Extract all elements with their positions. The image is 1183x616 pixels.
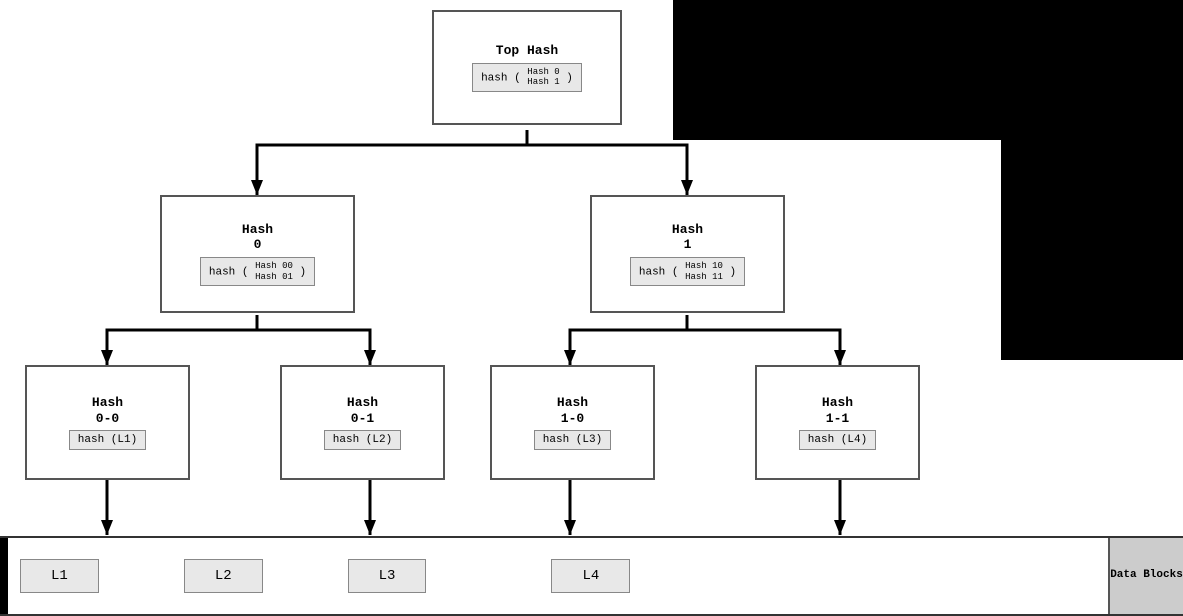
hash1-node: Hash1 hash ( Hash 10Hash 11 ) (590, 195, 785, 313)
diagram-container: Top Hash hash ( Hash 0Hash 1 ) Hash0 has… (0, 0, 1183, 616)
hash10-formula: hash (L3) (534, 430, 611, 450)
hash10-title: Hash1-0 (557, 395, 588, 426)
black-panel-top (673, 0, 1183, 140)
top-hash-node: Top Hash hash ( Hash 0Hash 1 ) (432, 10, 622, 125)
data-block-l2: L2 (184, 559, 263, 593)
hash11-title: Hash1-1 (822, 395, 853, 426)
hash00-formula: hash (L1) (69, 430, 146, 450)
hash00-node: Hash0-0 hash (L1) (25, 365, 190, 480)
hash01-title: Hash0-1 (347, 395, 378, 426)
hash10-node: Hash1-0 hash (L3) (490, 365, 655, 480)
black-panel-mid (1001, 140, 1183, 360)
hash11-node: Hash1-1 hash (L4) (755, 365, 920, 480)
hash11-formula: hash (L4) (799, 430, 876, 450)
hash01-formula: hash (L2) (324, 430, 401, 450)
data-block-l3: L3 (348, 559, 427, 593)
data-blocks-label: Data Blocks (1108, 538, 1183, 614)
hash1-formula: hash ( Hash 10Hash 11 ) (630, 257, 745, 287)
hash0-node: Hash0 hash ( Hash 00Hash 01 ) (160, 195, 355, 313)
left-border (0, 538, 8, 614)
data-block-l4: L4 (551, 559, 630, 593)
hash1-title: Hash1 (672, 222, 703, 253)
top-hash-formula: hash ( Hash 0Hash 1 ) (472, 63, 582, 93)
top-hash-title: Top Hash (496, 43, 558, 59)
hash01-node: Hash0-1 hash (L2) (280, 365, 445, 480)
hash0-formula: hash ( Hash 00Hash 01 ) (200, 257, 315, 287)
data-block-l1: L1 (20, 559, 99, 593)
hash0-title: Hash0 (242, 222, 273, 253)
hash00-title: Hash0-0 (92, 395, 123, 426)
data-blocks-row: L1 L2 L3 L4 Data Blocks (0, 536, 1183, 616)
